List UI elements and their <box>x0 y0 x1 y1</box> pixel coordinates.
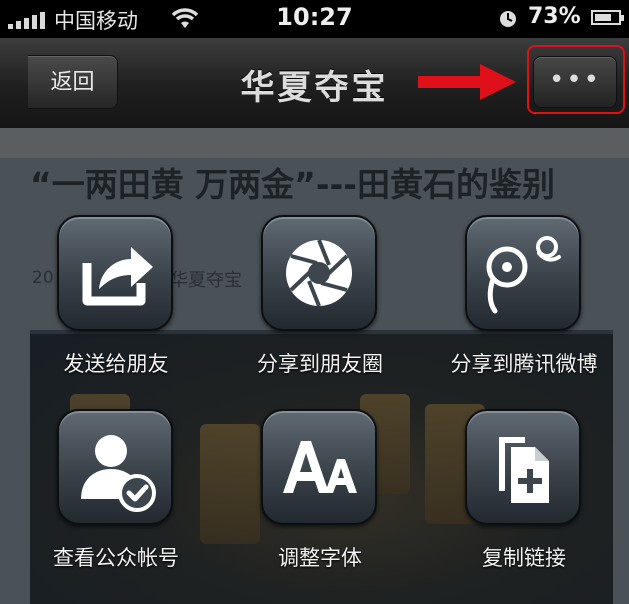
copy-link-label: 复制链接 <box>482 546 566 570</box>
battery-fill <box>595 14 612 21</box>
adjust-font-label: 调整字体 <box>278 546 362 570</box>
red-arrow-icon <box>418 64 516 100</box>
battery-icon <box>591 10 624 25</box>
copy-link-button[interactable] <box>465 409 581 525</box>
view-official-account-label: 查看公众帐号 <box>53 546 179 570</box>
copy-document-icon <box>499 437 549 503</box>
status-bar: 中国移动 10:27 73% <box>0 0 629 38</box>
adjust-font-button[interactable] <box>261 409 377 525</box>
article-source: 华夏夺宝 <box>170 270 242 291</box>
article-date: 20 <box>32 268 54 288</box>
share-to-tencent-weibo-button[interactable] <box>465 215 581 331</box>
user-check-icon <box>81 435 156 512</box>
tencent-weibo-icon <box>486 236 561 314</box>
alarm-icon <box>500 11 516 27</box>
share-to-moments-button[interactable] <box>261 215 377 331</box>
nav-divider <box>0 128 629 158</box>
battery-percentage: 73% <box>528 4 581 29</box>
font-size-icon <box>283 441 357 493</box>
share-to-moments-label: 分享到朋友圈 <box>257 352 383 376</box>
share-to-friend-label: 发送给朋友 <box>63 352 169 376</box>
view-official-account-button[interactable] <box>57 409 173 525</box>
camera-shutter-icon <box>286 239 352 307</box>
share-to-tencent-weibo-label: 分享到腾讯微博 <box>450 352 598 376</box>
share-to-friend-button[interactable] <box>57 215 173 331</box>
article-title: “一两田黄 万两金”---田黄石的鉴别 <box>30 165 555 204</box>
highlight-box <box>527 45 625 114</box>
share-arrow-icon <box>82 247 153 306</box>
